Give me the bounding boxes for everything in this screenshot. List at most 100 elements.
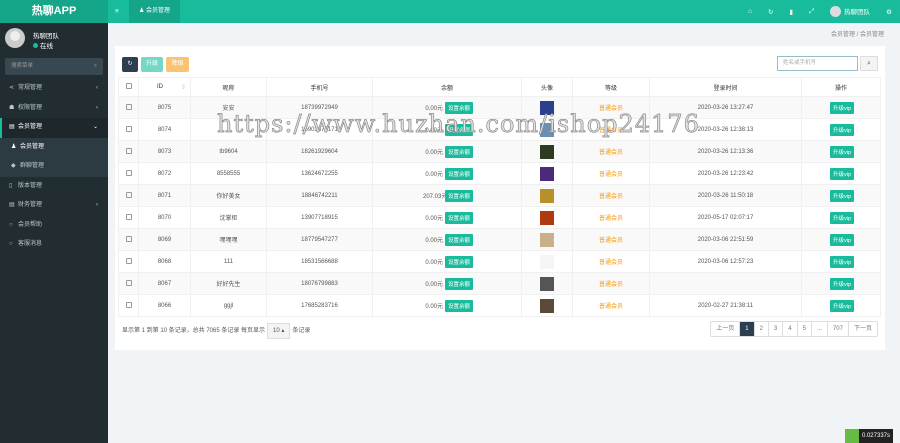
cell-actions: 升级vip bbox=[801, 184, 881, 207]
refresh-icon[interactable]: ↻ bbox=[768, 8, 773, 16]
upgrade-vip-button[interactable]: 升级vip bbox=[829, 167, 855, 180]
search-input[interactable]: 姓名或手机号 bbox=[777, 56, 858, 71]
table-row: 8068 111 18531566688 0.00元 设置余额 普通会员 2020… bbox=[118, 250, 881, 273]
page-button[interactable]: 3 bbox=[769, 322, 784, 336]
set-balance-button[interactable]: 设置余额 bbox=[445, 277, 474, 290]
sidebar-item[interactable]: ◆ 群聊管理 bbox=[0, 157, 108, 177]
column-header: 余额 bbox=[372, 77, 522, 97]
page-button[interactable]: ... bbox=[812, 322, 828, 336]
cell-balance: 0.00元 设置余额 bbox=[372, 206, 522, 229]
cell-login-time: 2020-03-26 11:50:18 bbox=[649, 184, 802, 207]
user-menu[interactable]: 热聊团队 bbox=[830, 6, 870, 18]
chevron-icon: ‹ bbox=[96, 104, 98, 111]
search-button[interactable]: ⌕ bbox=[860, 56, 878, 71]
cell-actions: 升级vip bbox=[801, 96, 881, 119]
cell-nickname bbox=[190, 118, 267, 141]
row-checkbox[interactable] bbox=[118, 140, 139, 163]
settings-icon[interactable]: ⚙ bbox=[886, 8, 892, 16]
cell-balance: 0.00元 设置余额 bbox=[372, 162, 522, 185]
cell-level: 普通会员 bbox=[572, 118, 650, 141]
row-checkbox[interactable] bbox=[118, 184, 139, 207]
tab-member-management[interactable]: ♟ 会员管理 bbox=[129, 0, 181, 23]
table-row: 8073 tb9604 18261929604 0.00元 设置余额 普通会员 2… bbox=[118, 140, 881, 163]
upgrade-button[interactable]: 升级 bbox=[141, 57, 163, 72]
upgrade-vip-button[interactable]: 升级vip bbox=[829, 145, 855, 158]
app-logo[interactable]: 热聊APP bbox=[0, 0, 108, 23]
sidebar-item[interactable]: ▤ 会员管理 ⌄ bbox=[0, 118, 108, 138]
upgrade-vip-button[interactable]: 升级vip bbox=[829, 255, 855, 268]
row-checkbox[interactable] bbox=[118, 162, 139, 185]
cell-phone: 15903672171 bbox=[266, 118, 373, 141]
select-all-checkbox[interactable] bbox=[118, 77, 139, 97]
sidebar-item-label: 会员管理 bbox=[20, 143, 45, 150]
page-button[interactable]: 2 bbox=[755, 322, 769, 336]
balance-value: 0.00元 bbox=[425, 237, 443, 244]
sidebar-item-label: 版本管理 bbox=[18, 182, 43, 189]
upgrade-vip-button[interactable]: 升级vip bbox=[829, 123, 855, 136]
sidebar-item[interactable]: ♟ 会员管理 bbox=[0, 137, 108, 157]
downgrade-button[interactable]: 降级 bbox=[166, 57, 189, 72]
member-avatar-image bbox=[540, 188, 554, 203]
row-checkbox[interactable] bbox=[118, 272, 139, 295]
page-button[interactable]: 1 bbox=[740, 322, 755, 336]
upgrade-vip-button[interactable]: 升级vip bbox=[829, 101, 855, 114]
cell-login-time bbox=[649, 272, 802, 295]
set-balance-button[interactable]: 设置余额 bbox=[445, 211, 474, 224]
row-checkbox[interactable] bbox=[118, 118, 139, 141]
row-checkbox[interactable] bbox=[118, 96, 139, 119]
chevron-icon: ⌄ bbox=[92, 124, 98, 130]
refresh-button[interactable]: ↻ bbox=[122, 57, 138, 72]
breadcrumb: 会员管理 / 会员管理 bbox=[831, 29, 884, 38]
row-checkbox[interactable] bbox=[118, 228, 139, 251]
fullscreen-icon[interactable]: ⤢ bbox=[809, 8, 814, 16]
page-button[interactable]: 5 bbox=[798, 322, 812, 336]
upgrade-vip-button[interactable]: 升级vip bbox=[829, 299, 855, 312]
member-avatar-image bbox=[540, 276, 554, 291]
set-balance-button[interactable]: 设置余额 bbox=[445, 255, 474, 268]
upgrade-vip-button[interactable]: 升级vip bbox=[829, 211, 855, 224]
page-button[interactable]: 707 bbox=[828, 322, 849, 336]
page-button[interactable]: 上一页 bbox=[711, 322, 741, 336]
list-icon: ▤ bbox=[9, 124, 15, 130]
cell-balance: 0.00元 设置余额 bbox=[372, 228, 522, 251]
set-balance-button[interactable]: 设置余额 bbox=[445, 299, 474, 312]
page-button[interactable]: 下一页 bbox=[849, 322, 877, 336]
page-size-select[interactable]: 10 ▴ bbox=[267, 323, 291, 339]
trash-icon[interactable]: ▮ bbox=[789, 8, 793, 16]
menu-toggle-icon[interactable]: ≡ bbox=[115, 0, 119, 23]
cell-login-time: 2020-03-26 12:23:42 bbox=[649, 162, 802, 185]
cell-nickname: 你好美女 bbox=[190, 184, 267, 207]
balance-value: 0.00元 bbox=[425, 105, 443, 112]
sidebar-item[interactable]: ☗ 权限管理 ‹ bbox=[0, 99, 108, 119]
set-balance-button[interactable]: 设置余额 bbox=[445, 101, 474, 114]
sidebar-item[interactable]: ○ 会员帮助 bbox=[0, 216, 108, 236]
sidebar-item[interactable]: ▯ 版本管理 bbox=[0, 177, 108, 197]
column-header-id[interactable]: ID ⇕ bbox=[138, 77, 191, 97]
sidebar-item[interactable]: ⋖ 常规管理 ‹ bbox=[0, 79, 108, 99]
row-checkbox[interactable] bbox=[118, 206, 139, 229]
set-balance-button[interactable]: 设置余额 bbox=[445, 123, 474, 136]
cell-actions: 升级vip bbox=[801, 162, 881, 185]
debug-badge[interactable]: 0.027337s bbox=[844, 429, 893, 443]
row-checkbox[interactable] bbox=[118, 250, 139, 273]
set-balance-button[interactable]: 设置余额 bbox=[445, 145, 474, 158]
upgrade-vip-button[interactable]: 升级vip bbox=[829, 277, 855, 290]
sort-icon[interactable]: ⇕ bbox=[181, 84, 186, 91]
cell-id: 8074 bbox=[138, 118, 191, 141]
set-balance-button[interactable]: 设置余额 bbox=[445, 189, 474, 202]
menu-search-input[interactable]: 搜索菜单 ⌕ bbox=[5, 58, 103, 75]
cell-login-time: 2020-02-27 21:38:11 bbox=[649, 294, 802, 317]
cell-nickname: 嘿嘿嘿 bbox=[190, 228, 267, 251]
sidebar-item[interactable]: ▤ 财务管理 ‹ bbox=[0, 196, 108, 216]
set-balance-button[interactable]: 设置余额 bbox=[445, 233, 474, 246]
page-button[interactable]: 4 bbox=[783, 322, 798, 336]
set-balance-button[interactable]: 设置余额 bbox=[445, 167, 474, 180]
upgrade-vip-button[interactable]: 升级vip bbox=[829, 189, 855, 202]
sidebar-item[interactable]: ○ 客服消息 bbox=[0, 235, 108, 255]
pagination-info: 显示第 1 到第 10 条记录，总共 7065 条记录 每页显示 10 ▴ 条记录 bbox=[122, 323, 310, 339]
breadcrumb-item[interactable]: 会员管理 bbox=[831, 32, 855, 38]
row-checkbox[interactable] bbox=[118, 294, 139, 317]
upgrade-vip-button[interactable]: 升级vip bbox=[829, 233, 855, 246]
table-row: 8072 8558555 13624672255 0.00元 设置余额 普通会员 … bbox=[118, 162, 881, 185]
home-icon[interactable]: ⌂ bbox=[748, 8, 752, 15]
